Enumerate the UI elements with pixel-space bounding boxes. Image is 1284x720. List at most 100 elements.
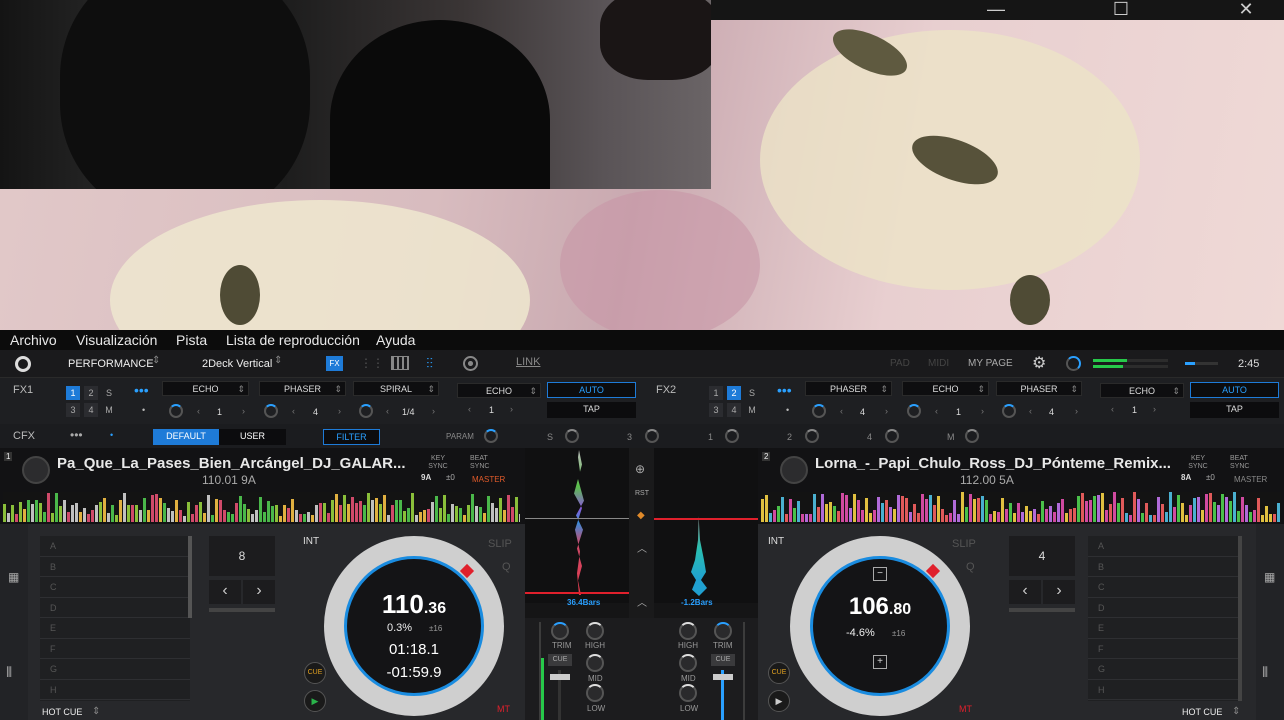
fx2-assign-3[interactable]: 3 [709, 403, 723, 417]
fx2-assign-s[interactable]: S [745, 386, 759, 400]
deck1-fader-cap[interactable] [550, 674, 570, 680]
chevron-right-icon[interactable]: › [510, 404, 513, 414]
deck2-cue-button[interactable]: CUE [768, 662, 790, 684]
record-icon[interactable] [463, 356, 478, 371]
fx1-slot3-knob[interactable] [359, 404, 373, 418]
minimize-button[interactable]: — [976, 0, 1016, 20]
hotcue-pad[interactable]: G [40, 659, 190, 680]
cfx-knob-s[interactable] [565, 429, 579, 443]
chevron-left-icon[interactable]: ‹ [292, 406, 295, 416]
hotcue-pad[interactable]: C [1088, 577, 1238, 598]
deck1-loop-half[interactable]: ‹ [209, 580, 241, 604]
chevron-right-icon[interactable]: › [981, 406, 984, 416]
midi-button[interactable]: MIDI [928, 358, 949, 369]
chevron-left-icon[interactable]: ‹ [840, 406, 843, 416]
chevron-right-icon[interactable]: › [242, 406, 245, 416]
deck2-key[interactable]: 8A [1181, 473, 1191, 482]
fx1-assign-1[interactable]: 1 [66, 386, 80, 400]
slider-panel-icon[interactable]: ⦀ [6, 664, 12, 681]
hotcue-pad[interactable]: E [1088, 618, 1238, 639]
hotcue-pad[interactable]: A [40, 536, 190, 557]
fx2-slot2-knob[interactable] [907, 404, 921, 418]
deck1-hotcue-select[interactable]: HOT CUE [42, 707, 82, 717]
fx1-slot1-knob[interactable] [169, 404, 183, 418]
fx1-assign-s[interactable]: S [102, 386, 116, 400]
menu-lista[interactable]: Lista de reproducción [226, 332, 360, 348]
fx-toggle-button[interactable]: FX [326, 356, 343, 371]
hotcue-pad[interactable]: G [1088, 659, 1238, 680]
deck1-mid-knob[interactable] [586, 654, 604, 672]
fx1-assign-4[interactable]: 4 [84, 403, 98, 417]
fx2-assign-1[interactable]: 1 [709, 386, 723, 400]
hotcue-pad[interactable]: D [1088, 598, 1238, 618]
fx2-slot1-knob[interactable] [812, 404, 826, 418]
deck2-key-offset[interactable]: ±0 [1206, 473, 1215, 482]
deck2-slip-button[interactable]: SLIP [952, 538, 976, 550]
hotcue-pad[interactable]: B [1088, 557, 1238, 577]
gear-icon[interactable]: ⚙ [1032, 353, 1046, 373]
deck2-int-label[interactable]: INT [768, 536, 784, 547]
deck2-fader-cap[interactable] [713, 674, 733, 680]
fx2-slot1-select[interactable]: PHASER ⇕ [805, 381, 892, 396]
zoom-icon[interactable]: ⊕ [635, 462, 645, 476]
sampler-icon[interactable]: ⋮⋮ [360, 356, 384, 370]
cfx-user-button[interactable]: USER [219, 429, 286, 445]
sync-marker-icon[interactable]: ◆ [637, 510, 645, 521]
grid-view-icon[interactable]: ▦ [1264, 570, 1275, 584]
grid-icon[interactable] [391, 356, 409, 370]
fx1-slot2-select[interactable]: PHASER ⇕ [259, 381, 346, 396]
fx2-slot2-select[interactable]: ECHO ⇕ [902, 381, 989, 396]
headphone-level[interactable] [1185, 362, 1218, 365]
hotcue-pad[interactable]: C [40, 577, 190, 598]
fx2-slot4-select[interactable]: ECHO ⇕ [1100, 383, 1184, 398]
master-volume-knob[interactable] [1066, 356, 1081, 371]
hotcue-pad[interactable]: D [40, 598, 190, 618]
deck1-headphone-cue[interactable]: CUE [548, 654, 572, 666]
fx1-slot4-select[interactable]: ECHO ⇕ [457, 383, 541, 398]
fx1-assign-3[interactable]: 3 [66, 403, 80, 417]
fx1-assign-m[interactable]: M [102, 403, 116, 417]
deck2-high-knob[interactable] [679, 622, 697, 640]
hotcue-pad[interactable]: F [40, 639, 190, 659]
deck1-loop-double[interactable]: › [243, 580, 275, 604]
param-knob[interactable] [484, 429, 498, 443]
deck1-master-button[interactable]: MASTER [472, 475, 505, 484]
hotcue-pad[interactable]: F [1088, 639, 1238, 659]
deck2-mt-button[interactable]: MT [959, 704, 972, 714]
deck2-loop-length[interactable]: 4 [1009, 536, 1075, 576]
deck1-loop-length[interactable]: 8 [209, 536, 275, 576]
chevron-left-icon[interactable]: ‹ [468, 404, 471, 414]
deck2-mid-knob[interactable] [679, 654, 697, 672]
deck2-hotcue-select[interactable]: HOT CUE [1182, 707, 1222, 717]
mypage-button[interactable]: MY PAGE [968, 358, 1013, 369]
deck2-waveform[interactable] [761, 492, 1281, 522]
more-icon[interactable]: ••• [70, 428, 83, 442]
deck1-slip-button[interactable]: SLIP [488, 538, 512, 550]
cfx-knob-2[interactable] [805, 429, 819, 443]
fx2-auto-button[interactable]: AUTO [1190, 382, 1279, 398]
menu-visualizacion[interactable]: Visualización [76, 332, 157, 348]
fx1-slot1-select[interactable]: ECHO ⇕ [162, 381, 249, 396]
deck1-int-label[interactable]: INT [303, 536, 319, 547]
chevron-right-icon[interactable]: › [885, 406, 888, 416]
layout-select[interactable]: PERFORMANCE [68, 358, 154, 370]
chevron-left-icon[interactable]: ‹ [386, 406, 389, 416]
fx1-slot3-select[interactable]: SPIRAL ⇕ [353, 381, 439, 396]
deck1-cue-button[interactable]: CUE [304, 662, 326, 684]
fx1-tap-button[interactable]: TAP [547, 402, 636, 418]
menu-ayuda[interactable]: Ayuda [376, 332, 415, 348]
deck1-mt-button[interactable]: MT [497, 704, 510, 714]
chevron-left-icon[interactable]: ‹ [935, 406, 938, 416]
deck2-loop-double[interactable]: › [1043, 580, 1075, 604]
fx2-assign-2[interactable]: 2 [727, 386, 741, 400]
play-icon[interactable]: ▶ [304, 690, 326, 712]
cfx-default-button[interactable]: DEFAULT [153, 429, 219, 445]
grid-view-icon[interactable]: ▦ [8, 570, 19, 584]
close-button[interactable]: ✕ [1226, 0, 1266, 20]
chevron-left-icon[interactable]: ‹ [1111, 404, 1114, 414]
maximize-button[interactable]: ☐ [1101, 0, 1141, 20]
chevron-left-icon[interactable]: ‹ [197, 406, 200, 416]
deck2-quantize-button[interactable]: Q [966, 561, 975, 573]
cfx-knob-4[interactable] [885, 429, 899, 443]
fx2-assign-4[interactable]: 4 [727, 403, 741, 417]
